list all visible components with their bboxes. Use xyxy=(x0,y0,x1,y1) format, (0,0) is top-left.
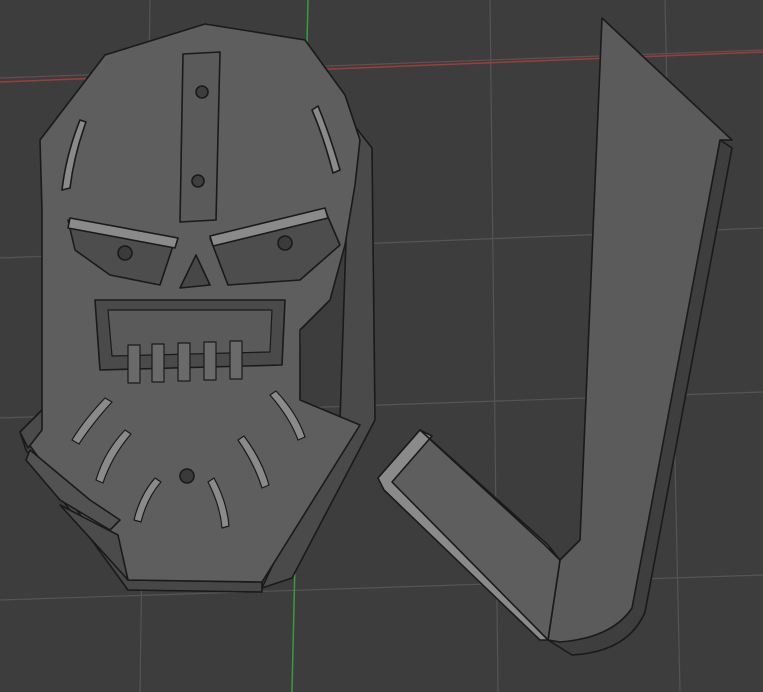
right-eye-hole xyxy=(277,235,293,251)
left-eye-hole xyxy=(117,245,133,261)
screw-hole-middle xyxy=(191,174,205,188)
skull-mask-plate[interactable] xyxy=(19,23,376,593)
forehead-slot xyxy=(179,51,221,223)
chin-screw-hole xyxy=(179,468,195,484)
3d-viewport[interactable] xyxy=(0,0,763,692)
screw-hole-top xyxy=(195,85,209,99)
viewport-canvas[interactable] xyxy=(0,0,763,692)
hook-bracket[interactable] xyxy=(377,17,733,656)
